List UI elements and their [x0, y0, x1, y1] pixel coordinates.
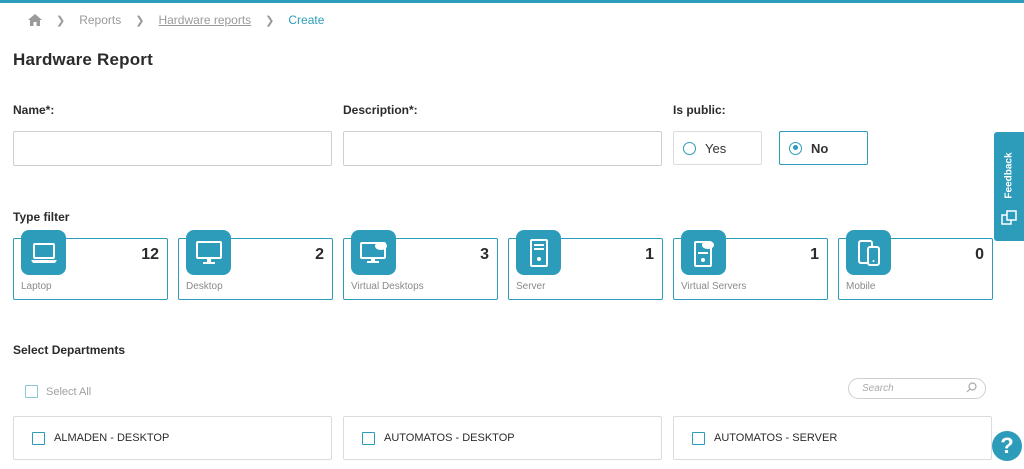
type-count: 12: [141, 246, 159, 263]
type-card-server[interactable]: 1 Server: [508, 230, 663, 300]
type-count: 1: [645, 246, 654, 263]
description-label: Description*:: [343, 103, 418, 117]
type-count: 0: [975, 246, 984, 263]
type-card-virtual-servers[interactable]: 1 Virtual Servers: [673, 230, 828, 300]
search-placeholder: Search: [862, 383, 894, 394]
type-filter-title: Type filter: [13, 210, 70, 224]
checkbox-icon: [32, 431, 45, 445]
description-field[interactable]: [343, 131, 662, 166]
checkbox-icon: [25, 385, 38, 398]
feedback-tab[interactable]: Feedback: [994, 132, 1024, 241]
desktop-icon: [186, 230, 231, 275]
type-count: 2: [315, 246, 324, 263]
type-card-virtual-desktops[interactable]: 3 Virtual Desktops: [343, 230, 498, 300]
department-label: AUTOMATOS - DESKTOP: [384, 432, 515, 444]
help-button[interactable]: ?: [992, 431, 1022, 461]
public-no-radio[interactable]: No: [779, 131, 868, 165]
chevron-right-icon: ❯: [56, 14, 66, 27]
type-card-desktop[interactable]: 2 Desktop: [178, 230, 333, 300]
type-card-mobile[interactable]: 0 Mobile: [838, 230, 993, 300]
chevron-right-icon: ❯: [265, 14, 275, 27]
top-accent-line: [0, 0, 1024, 3]
virtual-desktop-icon: [351, 230, 396, 275]
type-label: Laptop: [21, 281, 52, 292]
department-item-automatos-server[interactable]: AUTOMATOS - SERVER: [673, 416, 992, 460]
department-search-input[interactable]: Search: [848, 378, 986, 399]
public-no-label: No: [811, 140, 829, 156]
mobile-icon: [846, 230, 891, 275]
type-label: Server: [516, 281, 546, 292]
select-all-label: Select All: [46, 385, 92, 398]
breadcrumb-create: Create: [288, 13, 325, 27]
type-count: 1: [810, 246, 819, 263]
department-item-automatos-desktop[interactable]: AUTOMATOS - DESKTOP: [343, 416, 662, 460]
is-public-label: Is public:: [673, 103, 726, 117]
checkbox-icon: [692, 431, 705, 445]
type-label: Desktop: [186, 281, 223, 292]
department-label: ALMADEN - DESKTOP: [54, 432, 170, 444]
home-icon[interactable]: [28, 14, 42, 26]
select-all-checkbox[interactable]: Select All: [25, 385, 91, 398]
server-icon: [516, 230, 561, 275]
breadcrumb-hardware-reports[interactable]: Hardware reports: [158, 13, 251, 27]
type-label: Mobile: [846, 281, 876, 292]
feedback-icon: [1001, 210, 1017, 231]
breadcrumb-reports[interactable]: Reports: [79, 13, 121, 27]
department-label: AUTOMATOS - SERVER: [714, 432, 838, 444]
breadcrumb: ❯ Reports ❯ Hardware reports ❯ Create: [28, 12, 324, 28]
public-yes-label: Yes: [705, 140, 727, 156]
feedback-label: Feedback: [1003, 152, 1015, 199]
public-yes-radio[interactable]: Yes: [673, 131, 762, 165]
type-label: Virtual Servers: [681, 281, 747, 292]
laptop-icon: [21, 230, 66, 275]
department-item-almaden-desktop[interactable]: ALMADEN - DESKTOP: [13, 416, 332, 460]
radio-circle-checked-icon: [789, 141, 802, 155]
type-label: Virtual Desktops: [351, 281, 424, 292]
type-count: 3: [480, 246, 489, 263]
type-card-laptop[interactable]: 12 Laptop: [13, 230, 168, 300]
name-label: Name*:: [13, 103, 55, 117]
select-departments-title: Select Departments: [13, 343, 126, 357]
virtual-server-icon: [681, 230, 726, 275]
checkbox-icon: [362, 431, 375, 445]
name-field[interactable]: [13, 131, 332, 166]
page-title: Hardware Report: [13, 50, 153, 69]
chevron-right-icon: ❯: [135, 14, 145, 27]
radio-circle-icon: [683, 141, 696, 155]
search-icon: [966, 381, 977, 396]
